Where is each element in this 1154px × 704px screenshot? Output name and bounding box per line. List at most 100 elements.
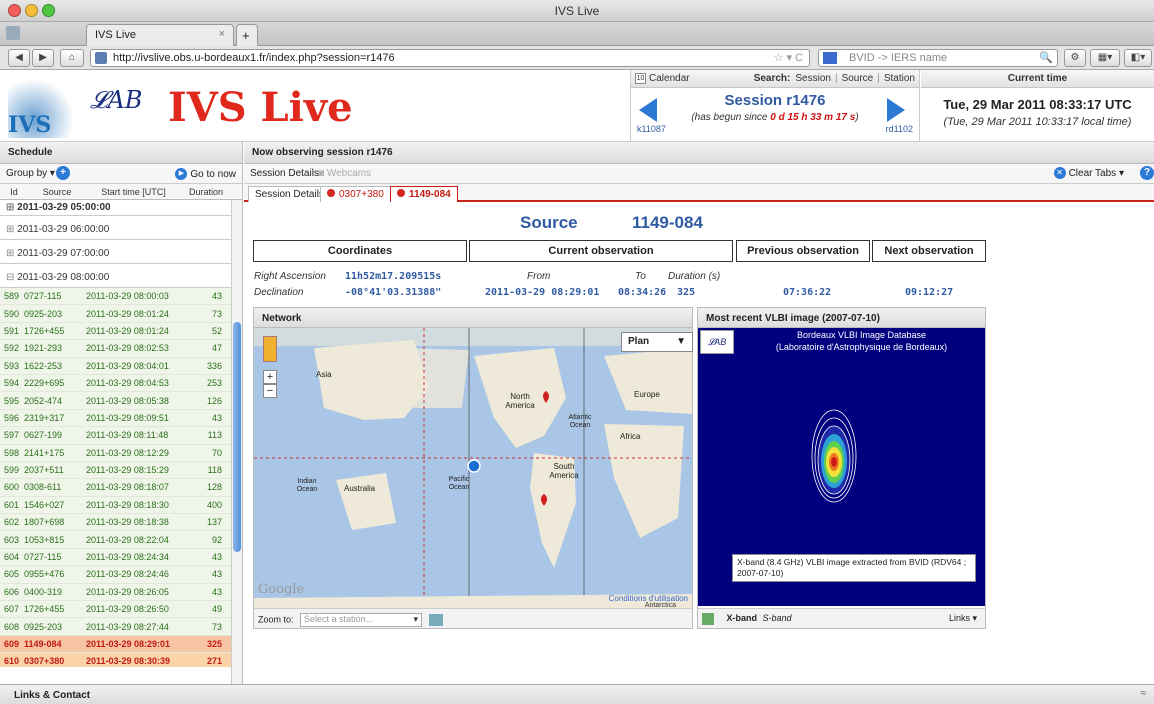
prev-session-link[interactable]: k11087: [637, 124, 666, 134]
links-dropdown[interactable]: Links ▾: [949, 613, 977, 624]
network-panel: Network + − Plan ▼ Asia North America Eur…: [253, 307, 693, 629]
help-icon[interactable]: ?: [1140, 166, 1154, 180]
schedule-group[interactable]: ⊞ 2011-03-29 06:00:00: [0, 216, 231, 240]
table-row[interactable]: 605 0955+476 2011-03-29 08:24:46 43: [0, 566, 231, 584]
map-fit-icon[interactable]: [428, 614, 443, 626]
cell-id: 593: [4, 360, 20, 371]
cell-duration: 43: [211, 552, 222, 563]
schedule-rows: 589 0727-115 2011-03-29 08:00:03 43 590 0925-…: [0, 288, 231, 667]
search-link-session[interactable]: Session: [795, 73, 831, 84]
expand-icon[interactable]: ≈: [1141, 688, 1147, 699]
webcams-link[interactable]: ◙ Webcams: [318, 168, 371, 179]
table-row[interactable]: 591 1726+455 2011-03-29 08:01:24 52: [0, 322, 231, 341]
source-position-icon[interactable]: [467, 459, 481, 473]
table-row[interactable]: 610 0307+380 2011-03-29 08:30:39 271: [0, 653, 231, 667]
go-to-now-button[interactable]: ▶ Go to now: [175, 168, 236, 180]
cell-start: 2011-03-29 08:27:44: [86, 621, 169, 632]
session-details-link[interactable]: Session Details: [250, 168, 319, 179]
xband-link[interactable]: X-band: [727, 613, 758, 623]
table-row[interactable]: 607 1726+455 2011-03-29 08:26:50 49: [0, 601, 231, 619]
bookmark-star-icon[interactable]: ☆ ▾ C: [774, 50, 803, 66]
schedule-group[interactable]: ⊞ 2011-03-29 07:00:00: [0, 240, 231, 264]
col-id[interactable]: Id: [0, 187, 28, 197]
cell-duration: 73: [211, 308, 222, 319]
table-row[interactable]: 596 2319+317 2011-03-29 08:09:51 43: [0, 409, 231, 428]
table-row[interactable]: 595 2052-474 2011-03-29 08:05:38 126: [0, 392, 231, 410]
tab-source-1149[interactable]: 1149-084: [390, 186, 458, 202]
table-row[interactable]: 594 2229+695 2011-03-29 08:04:53 253: [0, 374, 231, 393]
search-link-source[interactable]: Source: [842, 73, 874, 84]
africa-land: [604, 424, 684, 538]
next-session-arrow-icon[interactable]: [887, 98, 905, 122]
table-row[interactable]: 590 0925-203 2011-03-29 08:01:24 73: [0, 305, 231, 323]
zoom-out-icon[interactable]: −: [263, 384, 277, 398]
cell-source: 0925-203: [24, 621, 63, 632]
table-row[interactable]: 601 1546+027 2011-03-29 08:18:30 400: [0, 496, 231, 515]
pegman-icon[interactable]: [263, 336, 277, 362]
table-row[interactable]: 602 1807+698 2011-03-29 08:18:38 137: [0, 514, 231, 532]
links-contact-bar[interactable]: Links & Contact ≈: [0, 684, 1154, 704]
table-row[interactable]: 600 0308-611 2011-03-29 08:18:07 128: [0, 479, 231, 497]
map-label: Atlantic Ocean: [568, 414, 592, 429]
current-time-label: Current time: [921, 70, 1154, 88]
col-duration[interactable]: Duration: [181, 187, 231, 197]
cell-source: 0400-319: [24, 586, 63, 597]
col-start-time[interactable]: Start time [UTC]: [86, 187, 181, 197]
url-field[interactable]: http://ivslive.obs.u-bordeaux1.fr/index.…: [90, 49, 810, 67]
group-by-dropdown[interactable]: Group by ▾: [6, 168, 55, 179]
forward-button[interactable]: ▶: [32, 49, 54, 67]
cell-id: 609: [4, 639, 20, 649]
schedule-group[interactable]: ⊞ 2011-03-29 05:00:00: [0, 200, 231, 216]
search-field[interactable]: BVID -> IERS name 🔍: [818, 49, 1058, 67]
table-row[interactable]: 589 0727-115 2011-03-29 08:00:03 43: [0, 288, 231, 306]
cell-source: 2319+317: [24, 412, 65, 423]
table-row[interactable]: 599 2037+511 2011-03-29 08:15:29 118: [0, 461, 231, 480]
table-row[interactable]: 609 1149-084 2011-03-29 08:29:01 325: [0, 635, 231, 654]
home-icon: ⌂: [68, 52, 76, 63]
vlbi-image: 𝓛AB Bordeaux VLBI Image Database (Labora…: [698, 328, 985, 606]
station-select[interactable]: Select a station... ▾: [300, 613, 423, 627]
coordinates-button[interactable]: Coordinates: [253, 240, 467, 262]
back-button[interactable]: ◀: [8, 49, 30, 67]
apps-button[interactable]: ▦▾: [1090, 49, 1120, 67]
col-source[interactable]: Source: [28, 187, 86, 197]
next-observation-button[interactable]: Next observation: [872, 240, 986, 262]
addons-button[interactable]: ⚙: [1064, 49, 1086, 67]
table-row[interactable]: 608 0925-203 2011-03-29 08:27:44 73: [0, 618, 231, 636]
browser-tab[interactable]: IVS Live ×: [86, 24, 234, 46]
add-group-icon[interactable]: +: [56, 166, 70, 180]
tab-source-0307[interactable]: 0307+380: [320, 186, 391, 202]
home-button[interactable]: ⌂: [60, 49, 84, 67]
schedule-title: Schedule: [0, 142, 242, 164]
table-row[interactable]: 598 2141+175 2011-03-29 08:12:29 70: [0, 444, 231, 462]
table-row[interactable]: 606 0400-319 2011-03-29 08:26:05 43: [0, 583, 231, 602]
schedule-scroll-thumb[interactable]: [233, 322, 241, 552]
map-label: Pacific Ocean: [448, 476, 470, 491]
table-row[interactable]: 604 0727-115 2011-03-29 08:24:34 43: [0, 548, 231, 567]
search-icon[interactable]: 🔍: [1039, 50, 1053, 66]
table-row[interactable]: 597 0627-199 2011-03-29 08:11:48 113: [0, 427, 231, 445]
cell-duration: 43: [211, 412, 222, 423]
table-row[interactable]: 603 1053+815 2011-03-29 08:22:04 92: [0, 531, 231, 549]
cell-id: 605: [4, 569, 20, 580]
table-row[interactable]: 593 1622-253 2011-03-29 08:04:01 336: [0, 357, 231, 375]
schedule-group[interactable]: ⊟ 2011-03-29 08:00:00: [0, 264, 231, 288]
app-icon: [6, 26, 20, 40]
schedule-scrollbar[interactable]: [231, 200, 242, 684]
current-observation-button[interactable]: Current observation: [469, 240, 733, 262]
map-type-select[interactable]: Plan ▼: [621, 332, 693, 352]
menu-button[interactable]: ◧▾: [1124, 49, 1152, 67]
tab-session-details[interactable]: Session Details: [248, 186, 331, 202]
sband-link[interactable]: S-band: [763, 613, 792, 623]
previous-observation-button[interactable]: Previous observation: [736, 240, 870, 262]
next-session-link[interactable]: rd1102: [886, 124, 913, 134]
tab-close-icon[interactable]: ×: [219, 28, 225, 40]
new-tab-button[interactable]: +: [236, 24, 258, 46]
calendar-link[interactable]: 10 Calendar: [635, 73, 690, 84]
table-row[interactable]: 592 1921-293 2011-03-29 08:02:53 47: [0, 340, 231, 358]
clear-tabs-button[interactable]: ✕ Clear Tabs ▾: [1053, 167, 1124, 179]
search-link-station[interactable]: Station: [884, 73, 915, 84]
cell-id: 604: [4, 552, 20, 563]
ivs-logo: IVS: [8, 76, 72, 138]
zoom-in-icon[interactable]: +: [263, 370, 277, 384]
